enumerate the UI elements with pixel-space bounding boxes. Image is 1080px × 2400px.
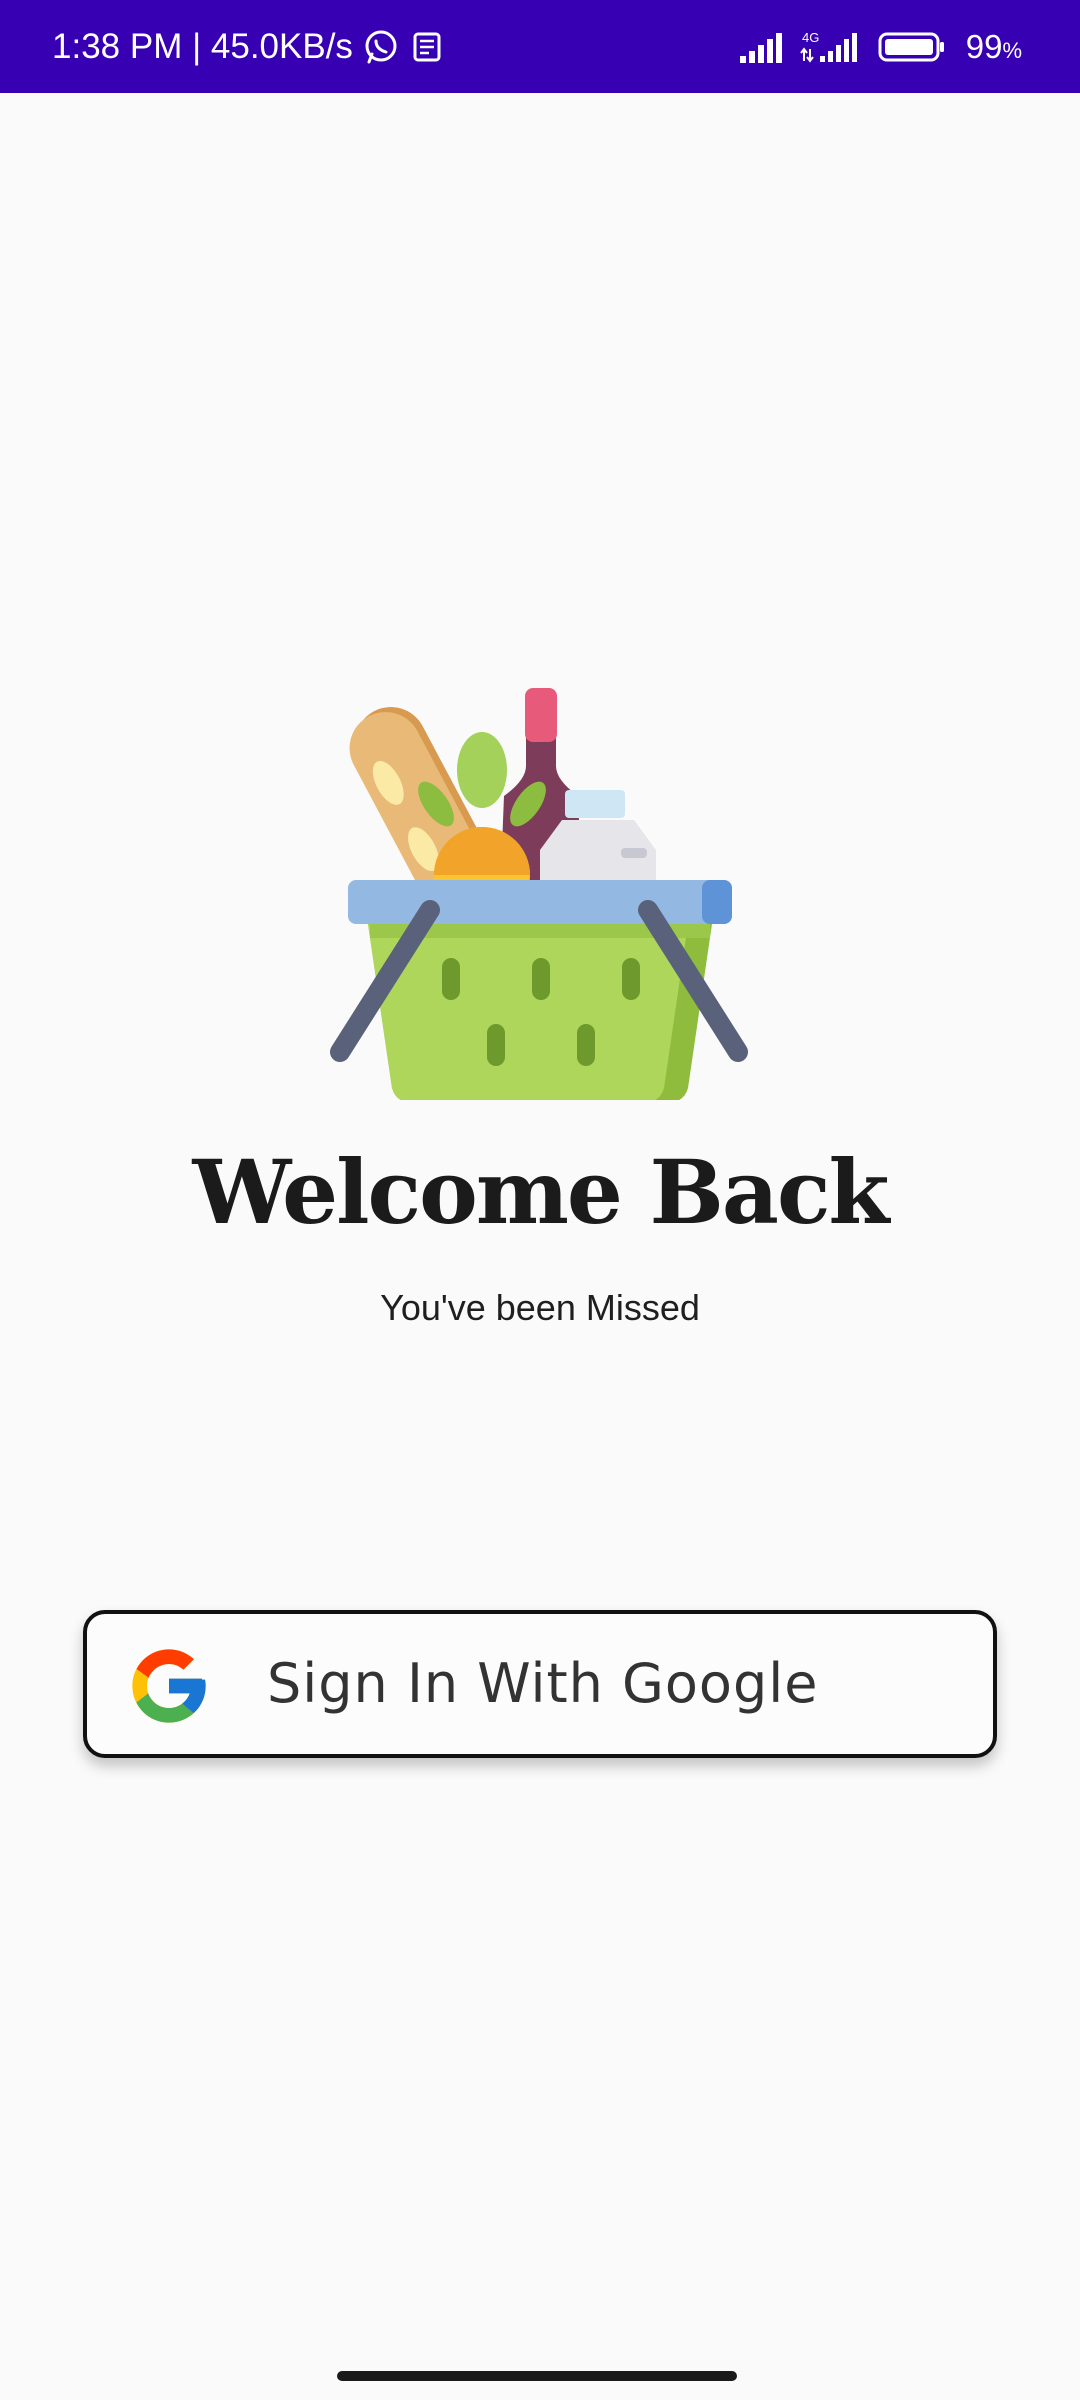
whatsapp-icon <box>363 29 399 65</box>
battery-unit: % <box>1002 37 1022 63</box>
status-left: 1:38 PM | 45.0KB/s <box>52 27 455 67</box>
signal-icon <box>738 30 788 64</box>
page-title: Welcome Back <box>192 1140 889 1244</box>
news-icon <box>411 31 443 63</box>
battery-percentage: 99% <box>966 28 1022 66</box>
status-bar: 1:38 PM | 45.0KB/s 4G 99% <box>0 0 1080 93</box>
google-icon <box>132 1649 206 1723</box>
google-sign-in-button[interactable]: Sign In With Google <box>83 1610 997 1758</box>
battery-icon <box>878 30 946 64</box>
status-right: 4G 99% <box>738 28 1022 66</box>
signal-4g-icon: 4G <box>799 29 866 65</box>
network-label: 4G <box>802 30 819 45</box>
google-sign-in-label: Sign In With Google <box>267 1652 819 1715</box>
status-time-speed: 1:38 PM | 45.0KB/s <box>52 26 353 66</box>
page-subtitle: You've been Missed <box>380 1287 700 1328</box>
gesture-navigation-bar[interactable] <box>337 2371 737 2381</box>
grocery-basket-icon <box>330 688 748 1100</box>
battery-value: 99 <box>965 27 1003 65</box>
login-screen: 1:38 PM | 45.0KB/s 4G 99% Welcome Back Y… <box>0 0 1080 2400</box>
